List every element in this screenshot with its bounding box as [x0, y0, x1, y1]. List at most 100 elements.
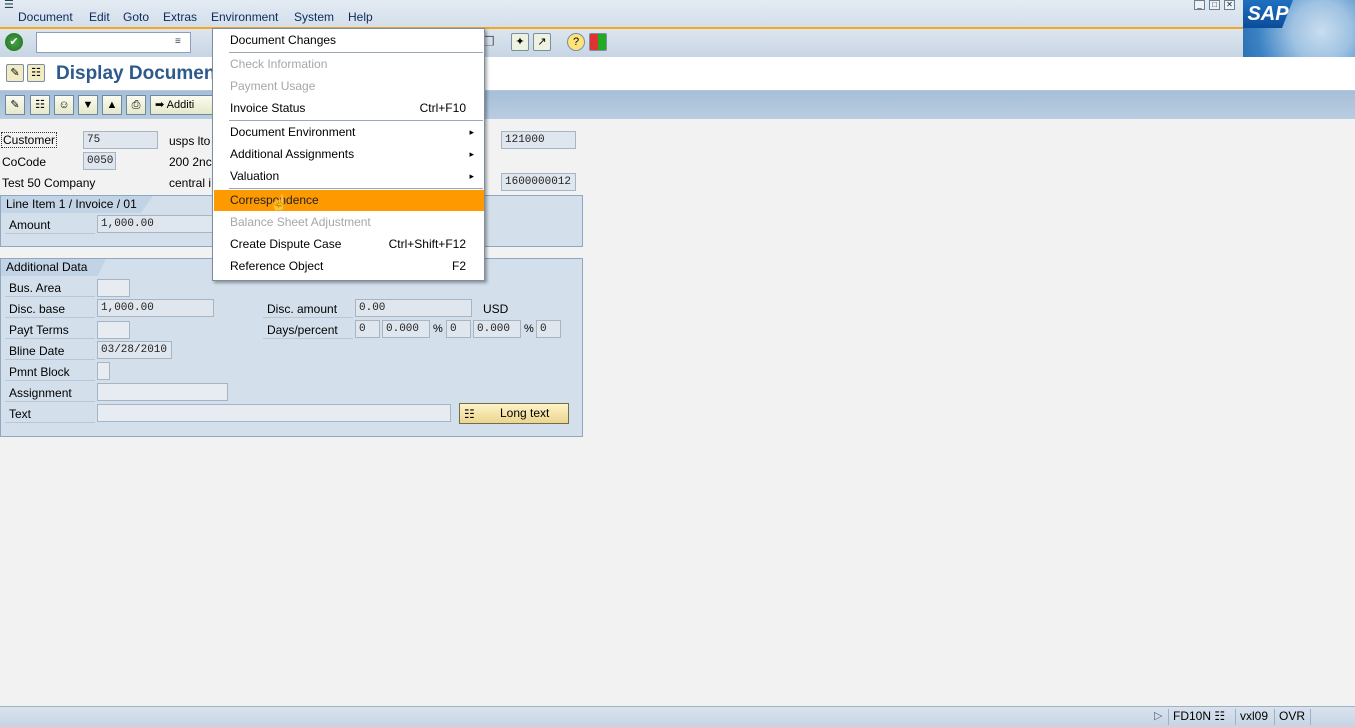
text-underline: [5, 422, 95, 423]
print-icon[interactable]: ⎙: [126, 95, 146, 115]
server-name: vxl09: [1235, 709, 1272, 725]
menu-item-correspondence[interactable]: Correspondence: [214, 190, 484, 211]
menu-item-label: Document Changes: [230, 33, 337, 47]
days-percent-label: Days/percent: [267, 323, 338, 337]
bus-area-label: Bus. Area: [9, 281, 62, 295]
menu-item-create-dispute-case[interactable]: Create Dispute Case Ctrl+Shift+F12: [214, 234, 484, 255]
additional-data-tab: Additional Data: [1, 259, 106, 276]
disc-amount-label: Disc. amount: [267, 302, 338, 316]
text-label: Text: [9, 407, 32, 421]
customer-field[interactable]: 75: [83, 131, 158, 149]
text-field[interactable]: [97, 404, 451, 422]
menu-item-label: Valuation: [230, 169, 280, 183]
previous-item-up-icon[interactable]: ▲: [102, 95, 122, 115]
disc-base-field[interactable]: 1,000.00: [97, 299, 214, 317]
menu-item-reference-object[interactable]: Reference Object F2: [214, 256, 484, 277]
cocode-label: CoCode: [2, 155, 47, 169]
system-menu-icon[interactable]: ☰: [4, 0, 14, 11]
pmnt-block-underline: [5, 380, 95, 381]
document-number-field[interactable]: 1600000012: [501, 173, 576, 191]
amount-field[interactable]: 1,000.00: [97, 215, 214, 233]
transaction-code: FD10N ☷: [1168, 709, 1229, 725]
menu-item-label: Invoice Status: [230, 101, 306, 115]
bline-date-label: Bline Date: [9, 344, 65, 358]
menu-separator: [229, 120, 483, 121]
command-history-icon[interactable]: ≡: [175, 36, 181, 47]
menu-item-document-changes[interactable]: Document Changes: [214, 30, 484, 51]
status-expand-icon[interactable]: ▷: [1154, 709, 1162, 722]
line-item-tab: Line Item 1 / Invoice / 01: [1, 196, 153, 213]
edit-pencil-icon[interactable]: ✎: [5, 95, 25, 115]
assignment-field[interactable]: [97, 383, 228, 401]
status-bar: [0, 706, 1355, 727]
menu-item-shortcut: F2: [451, 259, 466, 273]
command-field[interactable]: [36, 32, 191, 53]
next-item-down-icon[interactable]: ▼: [78, 95, 98, 115]
insert-mode: OVR: [1274, 709, 1309, 725]
help-icon[interactable]: ?: [567, 33, 585, 51]
payt-terms-label: Payt Terms: [9, 323, 69, 337]
menu-item-shortcut: Ctrl+Shift+F12: [388, 237, 466, 251]
menu-edit[interactable]: Edit: [89, 10, 110, 24]
bline-date-field[interactable]: 03/28/2010: [97, 341, 172, 359]
amount-label: Amount: [9, 218, 51, 232]
environment-dropdown-menu: Document Changes Check Information Payme…: [212, 28, 485, 281]
pmnt-block-field[interactable]: [97, 362, 110, 380]
page-title: Display Documen: [56, 63, 216, 84]
company-name: Test 50 Company: [2, 176, 96, 190]
display-change-icon[interactable]: ✎: [6, 64, 24, 82]
customer-address: 200 2nc: [169, 155, 212, 169]
submenu-arrow-icon: ▸: [469, 149, 474, 159]
menu-item-valuation[interactable]: Valuation ▸: [214, 166, 484, 187]
menu-document[interactable]: Document: [18, 10, 73, 24]
menu-extras[interactable]: Extras: [163, 10, 197, 24]
create-session-icon[interactable]: ✦: [511, 33, 529, 51]
enter-check-icon[interactable]: ✔: [5, 33, 23, 51]
overview-icon[interactable]: ☷: [30, 95, 50, 115]
bline-date-underline: [5, 359, 95, 360]
shortcut-icon[interactable]: ↗: [533, 33, 551, 51]
restore-icon[interactable]: □: [1209, 0, 1220, 10]
days-field-2[interactable]: 0: [446, 320, 471, 338]
long-text-label: Long text: [500, 406, 550, 420]
menu-item-payment-usage: Payment Usage: [214, 76, 484, 97]
menu-item-label: Additional Assignments: [230, 147, 355, 161]
customer-label: Customer: [1, 132, 58, 148]
submenu-arrow-icon: ▸: [469, 127, 474, 137]
menu-item-label: Reference Object: [230, 259, 324, 273]
document-icon[interactable]: ☷: [27, 64, 45, 82]
menu-goto[interactable]: Goto: [123, 10, 149, 24]
menu-item-invoice-status[interactable]: Invoice Status Ctrl+F10: [214, 98, 484, 119]
gl-account-field[interactable]: 121000: [501, 131, 576, 149]
customer-name: usps lto: [169, 134, 211, 148]
percent-field-2[interactable]: 0.000: [473, 320, 521, 338]
long-text-icon: ☷: [464, 407, 475, 421]
system-info-icon[interactable]: ☷: [1214, 709, 1225, 723]
menu-item-check-information: Check Information: [214, 54, 484, 75]
disc-base-underline: [5, 317, 95, 318]
additional-data-button[interactable]: ➡ Additi: [150, 95, 214, 115]
cocode-field[interactable]: 0050: [83, 152, 116, 170]
close-icon[interactable]: ✕: [1224, 0, 1235, 10]
days-field-1[interactable]: 0: [355, 320, 380, 338]
payt-terms-field[interactable]: [97, 321, 130, 339]
menu-help[interactable]: Help: [348, 10, 373, 24]
minimize-icon[interactable]: _: [1194, 0, 1205, 10]
assignment-label: Assignment: [9, 386, 72, 400]
additional-data-label: Additi: [166, 99, 195, 111]
menu-item-additional-assignments[interactable]: Additional Assignments ▸: [214, 144, 484, 165]
disc-amount-field[interactable]: 0.00: [355, 299, 472, 317]
days-field-3[interactable]: 0: [536, 320, 561, 338]
layout-menu-icon[interactable]: [589, 33, 607, 51]
status-empty-cell: [1310, 709, 1355, 725]
bus-area-field[interactable]: [97, 279, 130, 297]
menu-environment[interactable]: Environment: [211, 10, 278, 24]
menu-item-label: Check Information: [230, 57, 328, 71]
menu-item-document-environment[interactable]: Document Environment ▸: [214, 122, 484, 143]
long-text-button[interactable]: ☷ Long text: [459, 403, 569, 424]
percent-field-1[interactable]: 0.000: [382, 320, 430, 338]
menu-item-label: Payment Usage: [230, 79, 316, 93]
menu-system[interactable]: System: [294, 10, 334, 24]
menu-item-label: Document Environment: [230, 125, 356, 139]
person-icon[interactable]: ☺: [54, 95, 74, 115]
